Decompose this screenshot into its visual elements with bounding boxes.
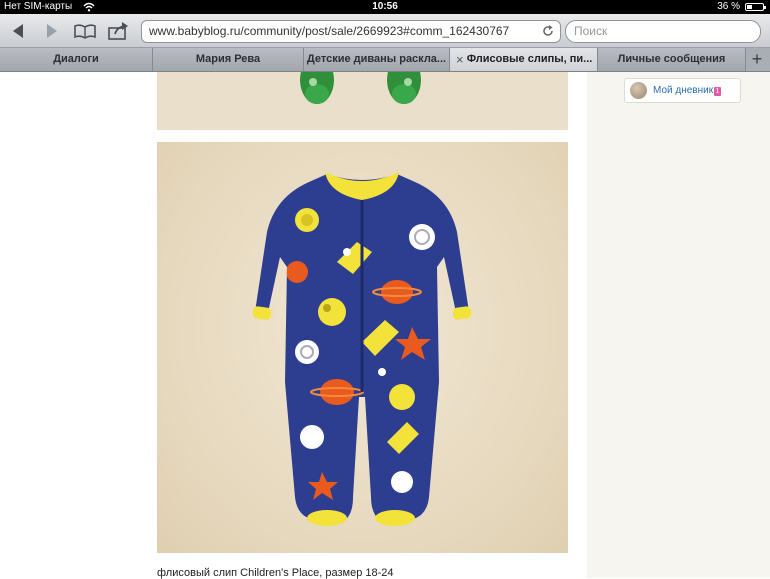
post-caption: флисовый слип Children's Place, размер 1… (157, 567, 394, 579)
address-text: www.babyblog.ru/community/post/sale/2669… (149, 24, 510, 38)
left-margin (0, 72, 151, 578)
share-button[interactable] (106, 19, 132, 43)
space-pajama-image (252, 172, 472, 526)
share-icon (108, 22, 128, 40)
tab-bar: Диалоги Мария Рева Детские диваны раскла… (0, 48, 770, 72)
search-placeholder: Поиск (574, 24, 608, 38)
tab-sofas[interactable]: Детские диваны раскла... (304, 48, 450, 71)
page-content: флисовый слип Children's Place, размер 1… (0, 72, 770, 579)
reload-icon[interactable] (541, 24, 555, 45)
my-diary-label: Мой дневник (653, 85, 714, 96)
my-diary-link[interactable]: Мой дневник 1 (624, 78, 741, 103)
battery-percent: 36 % (717, 1, 740, 12)
book-icon (74, 24, 96, 39)
close-tab-icon[interactable]: × (456, 48, 464, 71)
tab-messages[interactable]: Личные сообщения (598, 48, 746, 71)
bookmarks-button[interactable] (72, 19, 98, 43)
new-tab-button[interactable]: + (744, 48, 770, 71)
status-bar: Нет SIM-карты 10:56 36 % (0, 0, 770, 14)
tab-dialogs[interactable]: Диалоги (0, 48, 153, 71)
green-sleeper-feet-image (157, 72, 568, 130)
tab-maria-reva[interactable]: Мария Рева (153, 48, 304, 71)
product-photo-sleeper (157, 142, 568, 553)
back-button[interactable] (6, 19, 32, 43)
product-photo-top (157, 72, 568, 130)
tab-label: Мария Рева (195, 53, 261, 65)
clock: 10:56 (372, 1, 398, 12)
tab-label: Диалоги (53, 53, 99, 65)
tab-label: Флисовые слипы, пи... (466, 53, 593, 65)
post-body: флисовый слип Children's Place, размер 1… (151, 72, 587, 579)
tab-label: Личные сообщения (617, 53, 726, 65)
forward-button[interactable] (38, 19, 64, 43)
address-bar[interactable]: www.babyblog.ru/community/post/sale/2669… (141, 20, 561, 43)
forward-arrow-icon (47, 24, 57, 38)
tab-label: Детские диваны раскла... (306, 53, 447, 65)
search-input[interactable]: Поиск (565, 20, 761, 43)
battery-icon (745, 3, 766, 11)
back-arrow-icon (13, 24, 23, 38)
tab-fleece-sleepers[interactable]: × Флисовые слипы, пи... (450, 48, 598, 71)
avatar (630, 82, 647, 99)
browser-toolbar: www.babyblog.ru/community/post/sale/2669… (0, 14, 770, 48)
notification-badge: 1 (714, 87, 721, 96)
right-sidebar: Мой дневник 1 (587, 72, 770, 578)
